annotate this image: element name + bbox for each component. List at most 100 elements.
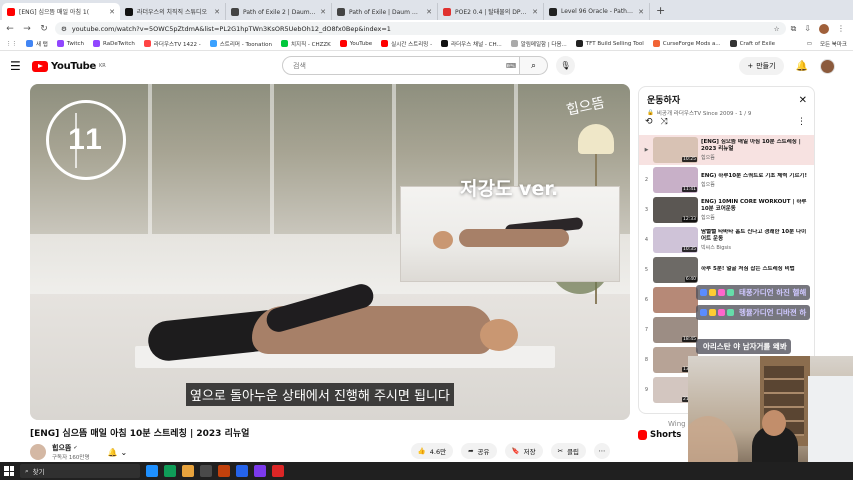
bookmark-item[interactable]: 실시간 스트리밍 - [381, 40, 432, 48]
taskbar-app-icon[interactable] [236, 465, 248, 477]
taskbar-search[interactable]: ⌕ 찾기 [20, 464, 140, 478]
download-icon[interactable]: ⇩ [804, 24, 811, 33]
close-icon[interactable]: ✕ [799, 95, 807, 106]
playlist-thumbnail[interactable]: 11:41 [653, 167, 698, 193]
tab-close-icon[interactable]: ✕ [638, 8, 644, 16]
windows-start-icon[interactable] [4, 466, 14, 476]
playlist-item[interactable]: 4 10:35 땀뻘뻘 타바타 홈트 신나고 경쾌한 10분 다이어트 운동 빅씨스 … [639, 225, 814, 255]
bookmark-item[interactable]: RaDeTwitch [93, 40, 135, 47]
bookmark-star-icon[interactable]: ☆ [774, 25, 780, 33]
bookmark-label: Twitch [66, 40, 85, 47]
chat-badge-icon [727, 309, 734, 316]
bookmark-item[interactable]: TFT Build Selling Tool [575, 40, 644, 47]
subscription-bell-button[interactable]: 🔔 ⌄ [108, 448, 128, 457]
duration-badge: 11:41 [682, 187, 697, 192]
browser-tab[interactable]: Path of Exile | Daum 게임 ✕ [332, 3, 438, 20]
tab-close-icon[interactable]: ✕ [320, 8, 326, 16]
save-button[interactable]: 🔖 저장 [504, 443, 543, 459]
playlist-item[interactable]: 3 12:33 ENG) 10MIN CORE WORKOUT | 하루10분 코어… [639, 195, 814, 225]
playlist-item[interactable]: 5 6:40 하루 5분! 얼굴 처짐 잡는 스트레칭 비법 [639, 255, 814, 285]
browser-tab[interactable]: Level 96 Oracle - Path of Ex✕ [544, 3, 650, 20]
playlist-thumbnail[interactable]: 10:35 [653, 227, 698, 253]
more-actions-button[interactable]: ⋯ [594, 443, 610, 459]
search-button[interactable]: ⌕ [520, 56, 548, 75]
inset-label: 저강도 ver. [460, 178, 559, 200]
notifications-bell-icon[interactable]: 🔔 [796, 61, 808, 72]
search-input[interactable] [282, 56, 520, 75]
taskbar-app-icon[interactable] [146, 465, 158, 477]
profile-avatar[interactable] [819, 23, 829, 34]
voice-search-button[interactable]: 🎙 [556, 56, 575, 75]
playlist-menu-icon[interactable]: ⋮ [797, 117, 806, 127]
loop-icon[interactable]: ⟲ [645, 117, 653, 127]
keyboard-icon[interactable]: ⌨ [506, 62, 516, 70]
playlist-thumbnail[interactable]: 18:45 [653, 317, 698, 343]
person-head [480, 319, 518, 351]
browser-tab[interactable]: 라더우스의 치직직 스튜디오 ✕ [120, 3, 226, 20]
taskbar-app-icon[interactable] [164, 465, 176, 477]
like-button[interactable]: 👍 4.6만 [410, 443, 454, 459]
bookmark-item[interactable]: Craft of Exile [729, 40, 775, 47]
subscriber-count: 구독자 160만명 [52, 455, 90, 461]
back-icon[interactable]: ← [4, 24, 16, 34]
bookmark-item[interactable]: 라더우스TV 1422 - [143, 40, 201, 48]
share-button[interactable]: ➦ 공유 [461, 443, 497, 459]
playlist-thumbnail[interactable] [653, 287, 698, 313]
create-button[interactable]: + 만들기 [739, 57, 784, 75]
channel-name-wrap[interactable]: 힙으뜸 ✔ [52, 443, 90, 453]
share-icon: ➦ [468, 447, 474, 455]
bookmark-label: 새 탭 [36, 41, 48, 48]
site-info-icon[interactable]: ⚙ [61, 25, 67, 33]
tab-close-icon[interactable]: ✕ [214, 8, 220, 16]
tab-close-icon[interactable]: ✕ [532, 8, 538, 16]
browser-tab[interactable]: [ENG] 심으뜸 매일 아침 1(✕ [2, 3, 120, 20]
forward-icon[interactable]: → [21, 24, 33, 34]
bookmark-item[interactable]: 새 탭 [26, 40, 48, 48]
tab-close-icon[interactable]: ✕ [109, 8, 115, 16]
browser-tab[interactable]: Path of Exile 2 | Daum 게임 ✕ [226, 3, 332, 20]
browser-menu-icon[interactable]: ⋮ [837, 24, 845, 33]
bookmark-item[interactable]: 라더우스 채널 - CH... [441, 40, 502, 48]
playlist-thumbnail[interactable]: 12:33 [653, 197, 698, 223]
playlist-title[interactable]: 운동하자 [647, 93, 806, 106]
new-tab-button[interactable]: + [650, 3, 671, 20]
taskbar-app-icon[interactable] [182, 465, 194, 477]
taskbar-app-icon[interactable] [218, 465, 230, 477]
address-bar-row: ← → ↻ ⚙ youtube.com/watch?v=5OWC5pZtdmA&… [0, 20, 853, 37]
shorts-icon [638, 430, 647, 440]
account-avatar[interactable] [820, 58, 835, 74]
reload-icon[interactable]: ↻ [38, 24, 50, 34]
hamburger-menu-icon[interactable]: ☰ [10, 59, 26, 73]
playlist-item[interactable]: 2 11:41 ENG) 하루10분 스쿼트로 기초 체력 기르기! 힙으뜸 [639, 165, 814, 195]
url-field[interactable]: ⚙ youtube.com/watch?v=5OWC5pZtdmA&list=P… [55, 22, 786, 35]
video-title: [ENG] 심으뜸 매일 아침 10분 스트레칭 | 2023 리뉴얼 [30, 429, 250, 439]
action-label: 공유 [477, 448, 490, 456]
bookmark-item[interactable]: 알림메일함 | 다음... [510, 40, 567, 48]
inset-person-torso [459, 229, 569, 247]
video-player[interactable]: 11 힙으뜸 저강도 ver. 옆으로 돌아누운 상태에서 진행해 주시면 됩니… [30, 84, 630, 420]
bookmark-item[interactable]: CurseForge Mods a... [652, 40, 721, 47]
channel-name: 힙으뜸 [52, 444, 72, 452]
clip-button[interactable]: ✂ 클립 [550, 443, 586, 459]
taskbar-app-icon[interactable] [200, 465, 212, 477]
extensions-icon[interactable]: ⧉ [791, 24, 797, 34]
tab-close-icon[interactable]: ✕ [426, 8, 432, 16]
playlist-thumbnail[interactable]: 6:40 [653, 257, 698, 283]
youtube-logo[interactable]: YouTube KR [32, 60, 106, 72]
browser-tab[interactable]: POE2 0.4 | 탈태물의 DPS 22(✕ [438, 3, 544, 20]
windows-taskbar: ⌕ 찾기 [0, 462, 853, 480]
bookmark-item[interactable]: 스트리머 - Toonation [209, 40, 272, 48]
shorts-label: Shorts [650, 430, 682, 440]
channel-avatar[interactable] [30, 444, 46, 460]
playlist-item[interactable]: ▶ 10:25 [ENG] 심으뜸 매일 아침 10분 스트레칭 | 2023 리뉴… [639, 135, 814, 165]
bookmark-item[interactable]: Twitch [56, 40, 85, 47]
bookmark-label: 라더우스 채널 - CH... [451, 41, 502, 48]
all-bookmarks-link[interactable]: 모든 북마크 [820, 40, 847, 48]
playlist-thumbnail[interactable]: 10:25 [653, 137, 698, 163]
shuffle-icon[interactable]: ⤨ [661, 117, 668, 127]
apps-grid-icon[interactable]: ⋮⋮ [6, 41, 17, 47]
bookmark-item[interactable]: YouTube [339, 40, 372, 47]
taskbar-app-icon[interactable] [272, 465, 284, 477]
bookmark-item[interactable]: 치지직 - CHZZK [281, 40, 331, 48]
taskbar-app-icon[interactable] [254, 465, 266, 477]
